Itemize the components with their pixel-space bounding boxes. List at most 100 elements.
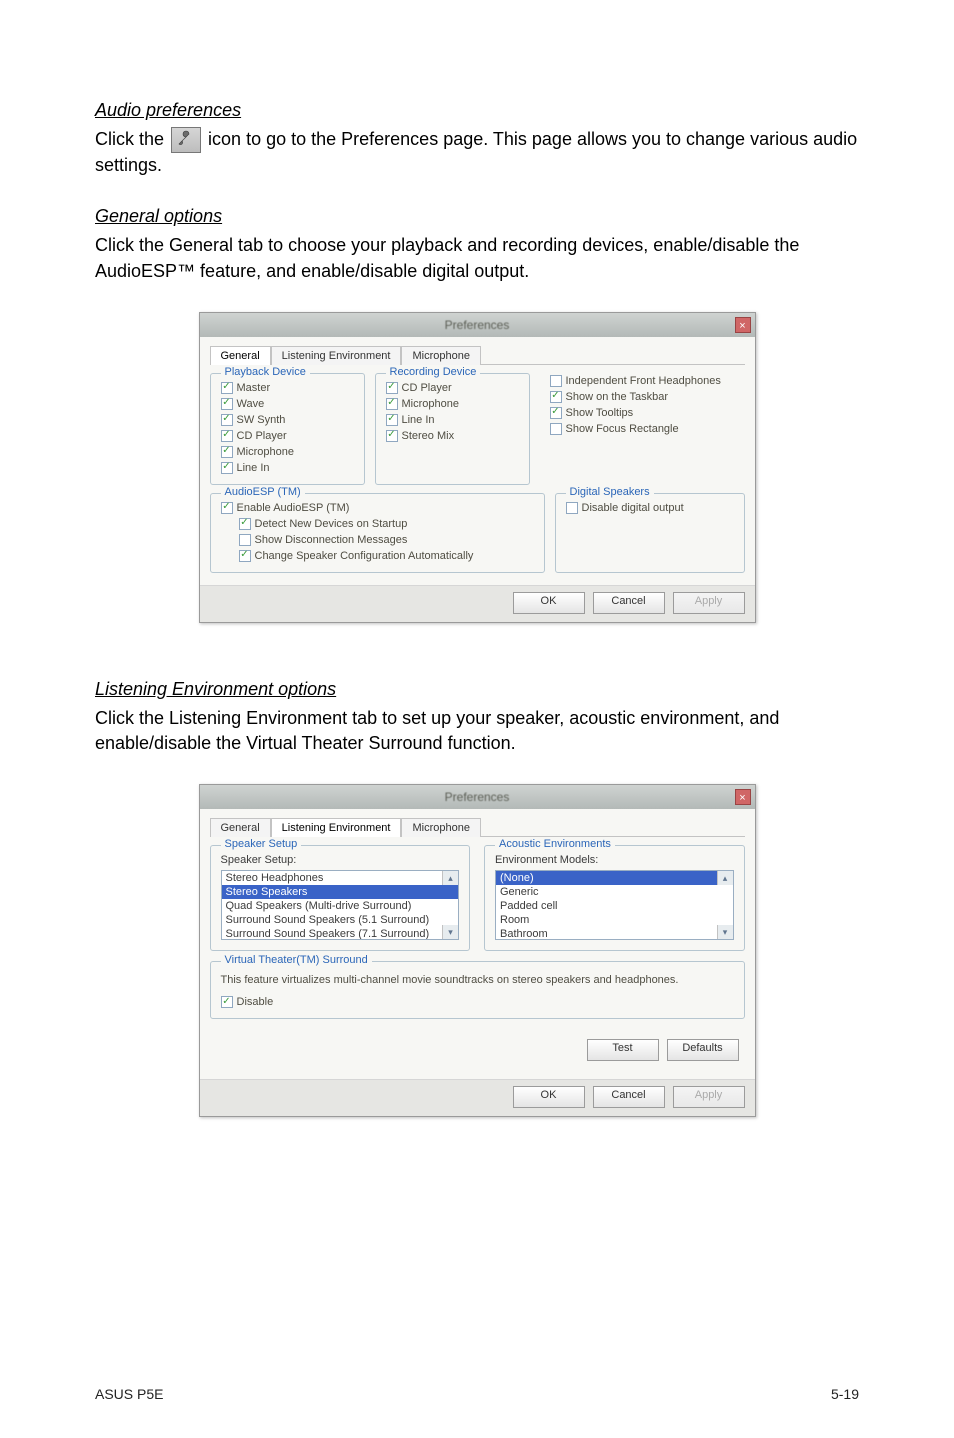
checkbox-icon[interactable] [386, 430, 398, 442]
list-item[interactable]: SW Synth [221, 414, 354, 426]
virtual-theater-legend: Virtual Theater(TM) Surround [221, 954, 372, 966]
list-item[interactable]: Change Speaker Configuration Automatical… [239, 550, 534, 562]
general-options-heading: General options [95, 206, 859, 227]
tabs: General Listening Environment Microphone [210, 345, 745, 365]
playback-device-group: Playback Device Master Wave SW Synth CD … [210, 373, 365, 485]
checkbox-icon[interactable] [221, 398, 233, 410]
list-item[interactable]: Show Disconnection Messages [239, 534, 534, 546]
preferences-dialog-listening: Preferences × General Listening Environm… [199, 784, 756, 1117]
audio-preferences-heading: Audio preferences [95, 100, 859, 121]
text-after-icon: icon to go to the Preferences page. This… [95, 129, 857, 175]
general-options-text: Click the General tab to choose your pla… [95, 233, 859, 283]
list-item[interactable]: Line In [221, 462, 354, 474]
acoustic-environments-group: Acoustic Environments Environment Models… [484, 845, 745, 951]
apply-button[interactable]: Apply [673, 592, 745, 614]
checkbox-icon[interactable] [386, 414, 398, 426]
checkbox-icon[interactable] [221, 996, 233, 1008]
acoustic-legend: Acoustic Environments [495, 838, 615, 850]
defaults-button[interactable]: Defaults [667, 1039, 739, 1061]
checkbox-icon[interactable] [550, 407, 562, 419]
checkbox-icon[interactable] [221, 430, 233, 442]
checkbox-icon[interactable] [221, 382, 233, 394]
acoustic-label: Environment Models: [495, 854, 734, 866]
speaker-setup-list[interactable]: Stereo Headphones Stereo Speakers Quad S… [221, 870, 460, 940]
list-item[interactable]: Surround Sound Speakers (7.1 Surround) [222, 927, 459, 940]
audioesp-legend: AudioESP (TM) [221, 486, 305, 498]
list-item[interactable]: Show on the Taskbar [550, 391, 735, 403]
list-item[interactable]: Independent Front Headphones [550, 375, 735, 387]
dialog-titlebar: Preferences × [200, 785, 755, 809]
list-item[interactable]: Bathroom [496, 927, 733, 940]
list-item[interactable]: Quad Speakers (Multi-drive Surround) [222, 899, 459, 913]
audio-preferences-text: Click the icon to go to the Preferences … [95, 127, 859, 178]
cancel-button[interactable]: Cancel [593, 592, 665, 614]
checkbox-icon[interactable] [386, 382, 398, 394]
list-item[interactable]: Stereo Speakers [222, 885, 459, 899]
checkbox-icon[interactable] [239, 534, 251, 546]
display-options-group: Independent Front Headphones Show on the… [540, 373, 745, 485]
tab-general[interactable]: General [210, 818, 271, 837]
checkbox-icon[interactable] [239, 550, 251, 562]
test-button[interactable]: Test [587, 1039, 659, 1061]
list-item[interactable]: CD Player [221, 430, 354, 442]
text-before-icon: Click the [95, 129, 169, 149]
enable-audioesp[interactable]: Enable AudioESP (TM) [221, 502, 534, 514]
list-item[interactable]: Microphone [386, 398, 519, 410]
list-item[interactable]: CD Player [386, 382, 519, 394]
chevron-down-icon[interactable]: ▾ [442, 925, 458, 939]
chevron-up-icon[interactable]: ▴ [442, 871, 458, 885]
list-item[interactable]: Line In [386, 414, 519, 426]
tab-general[interactable]: General [210, 346, 271, 365]
checkbox-icon[interactable] [221, 502, 233, 514]
disable-digital-output[interactable]: Disable digital output [566, 502, 734, 514]
list-item[interactable]: Master [221, 382, 354, 394]
digital-speakers-legend: Digital Speakers [566, 486, 654, 498]
checkbox-icon[interactable] [221, 414, 233, 426]
list-item[interactable]: Show Focus Rectangle [550, 423, 735, 435]
tab-microphone[interactable]: Microphone [401, 818, 480, 837]
chevron-down-icon[interactable]: ▾ [717, 925, 733, 939]
list-item[interactable]: Generic [496, 885, 733, 899]
audioesp-group: AudioESP (TM) Enable AudioESP (TM) Detec… [210, 493, 545, 573]
dialog-titlebar: Preferences × [200, 313, 755, 337]
list-item[interactable]: Wave [221, 398, 354, 410]
speaker-setup-group: Speaker Setup Speaker Setup: Stereo Head… [210, 845, 471, 951]
list-item[interactable]: (None) [496, 871, 733, 885]
list-item[interactable]: Stereo Headphones [222, 871, 459, 885]
cancel-button[interactable]: Cancel [593, 1086, 665, 1108]
tabs: General Listening Environment Microphone [210, 817, 745, 837]
tab-listening[interactable]: Listening Environment [271, 818, 402, 837]
list-item[interactable]: Stereo Mix [386, 430, 519, 442]
checkbox-icon[interactable] [550, 423, 562, 435]
virtual-theater-group: Virtual Theater(TM) Surround This featur… [210, 961, 745, 1019]
footer-right: 5-19 [831, 1386, 859, 1402]
ok-button[interactable]: OK [513, 592, 585, 614]
speaker-setup-label: Speaker Setup: [221, 854, 460, 866]
dialog-title: Preferences [445, 790, 510, 804]
virtual-disable[interactable]: Disable [221, 996, 734, 1008]
ok-button[interactable]: OK [513, 1086, 585, 1108]
acoustic-list[interactable]: (None) Generic Padded cell Room Bathroom… [495, 870, 734, 940]
checkbox-icon[interactable] [550, 391, 562, 403]
checkbox-icon[interactable] [386, 398, 398, 410]
wrench-icon [171, 127, 201, 153]
list-item[interactable]: Show Tooltips [550, 407, 735, 419]
apply-button[interactable]: Apply [673, 1086, 745, 1108]
list-item[interactable]: Room [496, 913, 733, 927]
checkbox-icon[interactable] [221, 462, 233, 474]
list-item[interactable]: Padded cell [496, 899, 733, 913]
digital-speakers-group: Digital Speakers Disable digital output [555, 493, 745, 573]
close-icon[interactable]: × [735, 317, 751, 333]
tab-microphone[interactable]: Microphone [401, 346, 480, 365]
tab-listening[interactable]: Listening Environment [271, 346, 402, 365]
chevron-up-icon[interactable]: ▴ [717, 871, 733, 885]
checkbox-icon[interactable] [566, 502, 578, 514]
close-icon[interactable]: × [735, 789, 751, 805]
list-item[interactable]: Microphone [221, 446, 354, 458]
footer-left: ASUS P5E [95, 1386, 163, 1402]
checkbox-icon[interactable] [239, 518, 251, 530]
checkbox-icon[interactable] [550, 375, 562, 387]
list-item[interactable]: Surround Sound Speakers (5.1 Surround) [222, 913, 459, 927]
checkbox-icon[interactable] [221, 446, 233, 458]
list-item[interactable]: Detect New Devices on Startup [239, 518, 534, 530]
